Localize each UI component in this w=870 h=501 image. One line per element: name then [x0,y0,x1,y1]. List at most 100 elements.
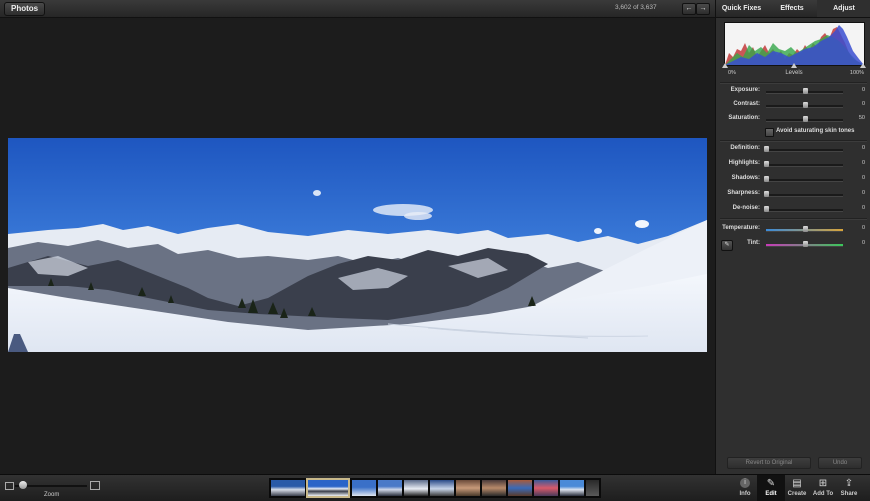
arrow-left-icon: ← [685,5,693,12]
slider-thumb[interactable] [802,88,808,94]
slider-label: Exposure: [730,87,760,93]
slider-value: 0 [861,240,865,246]
slider-value: 0 [861,175,865,181]
adjust-panel: Quick Fixes Effects Adjust 0% Levels 100… [715,0,870,474]
tab-effects[interactable]: Effects [767,0,817,17]
filmstrip-thumbnail-selected[interactable] [306,478,350,498]
filmstrip-thumbnail[interactable] [508,480,532,496]
levels-labels: 0% Levels 100% [724,70,864,80]
slider-thumb[interactable] [764,206,769,212]
revert-to-original-button[interactable]: Revert to Original [727,457,811,469]
divider [720,218,867,220]
slider-thumb[interactable] [802,116,808,122]
slider-thumb[interactable] [764,191,769,197]
slider-thumb[interactable] [802,226,808,232]
slider-label: Tint: [747,240,760,246]
pencil-icon: ✎ [766,478,776,489]
create-button[interactable]: ▤ Create [783,475,811,501]
slider-thumb[interactable] [802,241,808,247]
filmstrip-thumbnail[interactable] [534,480,558,496]
highlights-slider[interactable] [764,161,843,167]
filmstrip-thumbnail[interactable] [482,480,506,496]
top-toolbar: Photos 3,602 of 3,637 ← → [0,0,715,18]
slider-value: 0 [861,190,865,196]
levels-title: Levels [785,70,803,76]
slider-thumb[interactable] [764,176,769,182]
tint-slider[interactable] [766,241,843,247]
temperature-slider[interactable] [766,226,843,232]
tint-slider-row: Tint: 0 [716,238,870,250]
denoise-slider-row: De-noise: 0 [716,203,870,215]
arrow-right-icon: → [699,5,707,12]
bottom-toolbar: Zoom i Info ✎ Edit ▤ Create ⊞ Add To ⇪ S… [0,474,870,501]
slider-thumb[interactable] [802,102,808,108]
sharpness-slider-row: Sharpness: 0 [716,188,870,200]
levels-histogram [724,22,865,66]
slider-value: 0 [861,160,865,166]
photo-counter: 3,602 of 3,637 [615,4,657,11]
contrast-slider[interactable] [766,102,843,108]
filmstrip-thumbnail[interactable] [352,480,376,496]
filmstrip-thumbnail[interactable] [586,480,599,496]
slider-label: Sharpness: [727,190,760,196]
filmstrip-thumbnail[interactable] [430,480,454,496]
divider [720,82,867,84]
sharpness-slider[interactable] [764,191,843,197]
filmstrip-thumbnail[interactable] [560,480,584,496]
zoom-out-icon[interactable] [5,482,14,490]
undo-button[interactable]: Undo [818,457,862,469]
previous-photo-button[interactable]: ← [682,3,696,15]
slider-value: 0 [861,101,865,107]
tool-label: Add To [812,491,834,497]
tool-label: Edit [765,491,777,497]
photos-back-button[interactable]: Photos [4,2,46,16]
tab-quick-fixes[interactable]: Quick Fixes [716,0,767,17]
levels-midpoint-handle[interactable] [791,63,797,68]
zoom-slider-thumb[interactable] [18,481,27,489]
zoom-label: Zoom [44,492,60,498]
tool-label: Info [739,491,751,497]
slider-value: 0 [861,145,865,151]
levels-black-point-handle[interactable] [722,63,728,68]
photo-viewer [0,18,715,474]
info-button[interactable]: i Info [731,475,759,501]
exposure-slider[interactable] [766,88,843,94]
edit-button[interactable]: ✎ Edit [757,475,785,501]
definition-slider[interactable] [764,146,843,152]
temperature-slider-row: Temperature: 0 [716,223,870,235]
filmstrip-thumbnail[interactable] [271,480,305,496]
filmstrip-thumbnail[interactable] [456,480,480,496]
filmstrip[interactable] [269,478,601,498]
divider [720,140,867,142]
skin-tones-checkbox[interactable] [765,128,774,137]
slider-label: Temperature: [722,225,760,231]
share-button[interactable]: ⇪ Share [835,475,863,501]
panel-tabs: Quick Fixes Effects Adjust [716,0,870,18]
add-to-button[interactable]: ⊞ Add To [809,475,837,501]
slider-label: Highlights: [728,160,760,166]
slider-label: Saturation: [728,115,760,121]
highlights-slider-row: Highlights: 0 [716,158,870,170]
zoom-in-icon[interactable] [90,481,100,490]
slider-label: Shadows: [731,175,760,181]
denoise-slider[interactable] [764,206,843,212]
slider-thumb[interactable] [764,161,769,167]
saturation-slider-row: Saturation: 50 [716,113,870,125]
slider-thumb[interactable] [764,146,769,152]
saturation-slider[interactable] [766,116,843,122]
slider-value: 0 [861,225,865,231]
slider-value: 0 [861,205,865,211]
filmstrip-thumbnail[interactable] [404,480,428,496]
share-icon: ⇪ [844,478,854,489]
shadows-slider-row: Shadows: 0 [716,173,870,185]
tab-adjust[interactable]: Adjust [817,0,870,17]
panorama-photo[interactable] [8,138,707,352]
slider-value: 0 [861,87,865,93]
next-photo-button[interactable]: → [696,3,710,15]
shadows-slider[interactable] [764,176,843,182]
skin-tones-label: Avoid saturating skin tones [776,128,855,134]
exposure-slider-row: Exposure: 0 [716,85,870,97]
filmstrip-thumbnail[interactable] [378,480,402,496]
info-icon: i [740,478,750,488]
levels-white-point-handle[interactable] [860,63,866,68]
